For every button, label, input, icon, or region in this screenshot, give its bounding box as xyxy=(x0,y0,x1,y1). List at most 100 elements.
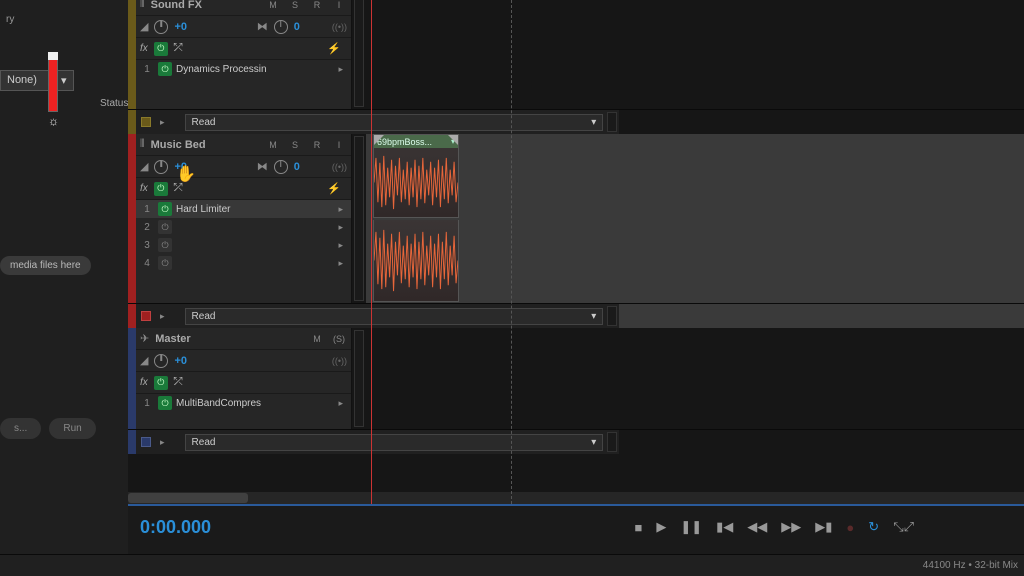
track-handle-icon[interactable]: ⫴ xyxy=(140,138,145,151)
solo-button[interactable]: (S) xyxy=(331,332,347,346)
mute-button[interactable]: M xyxy=(265,138,281,152)
pan-icon: ⧓ xyxy=(257,160,268,173)
effect-name[interactable]: MultiBandCompres xyxy=(176,398,330,409)
automation-mode-select[interactable]: Read▾ xyxy=(185,308,604,325)
status-label: Status: xyxy=(100,98,131,109)
slot-number: 2 xyxy=(140,222,154,233)
track-master: ✈ Master M (S) ◢ +0 ((•)) fx ⏻ ⤱ 1 ⏻ Mul… xyxy=(128,328,1024,430)
solo-button[interactable]: S xyxy=(287,0,303,12)
effect-name[interactable]: Dynamics Processin xyxy=(176,64,330,75)
fx-power-button[interactable]: ⏻ xyxy=(154,42,168,56)
horizontal-scrollbar[interactable] xyxy=(128,492,1024,504)
pause-button[interactable]: ❚❚ xyxy=(680,519,702,535)
volume-value[interactable]: +0 xyxy=(174,21,187,33)
go-to-start-button[interactable]: ▮◀ xyxy=(716,519,733,535)
volume-icon: ◢ xyxy=(140,160,148,173)
media-drop-hint: media files here xyxy=(0,256,91,275)
solo-button[interactable]: S xyxy=(287,138,303,152)
effect-edit-icon[interactable]: ▸ xyxy=(334,258,347,269)
level-meter xyxy=(48,52,58,112)
fx-slot[interactable]: 1 ⏻ Hard Limiter ▸ xyxy=(136,200,351,218)
pan-knob[interactable] xyxy=(274,160,288,174)
pan-value[interactable]: 0 xyxy=(294,21,300,33)
effect-edit-icon[interactable]: ▸ xyxy=(334,204,347,215)
run-button[interactable]: Run xyxy=(49,418,95,439)
record-button[interactable]: R xyxy=(309,0,325,12)
stop-button[interactable]: ■ xyxy=(634,520,642,535)
fx-presets-icon[interactable]: ⚡ xyxy=(327,42,347,55)
expand-icon[interactable]: ▸ xyxy=(156,437,169,448)
track-lane-master[interactable] xyxy=(366,328,1024,429)
cursor-marker xyxy=(511,0,512,504)
fast-forward-button[interactable]: ▶▶ xyxy=(781,519,801,535)
scrollbar-thumb[interactable] xyxy=(128,493,248,503)
volume-value[interactable]: +0 xyxy=(174,161,187,173)
slot-power-button[interactable]: ⏻ xyxy=(158,396,172,410)
track-name[interactable]: Master xyxy=(155,333,303,345)
pan-value[interactable]: 0 xyxy=(294,161,300,173)
automation-mode-select[interactable]: Read▾ xyxy=(185,114,604,131)
mute-button[interactable]: M xyxy=(309,332,325,346)
transport-bar: 0:00.000 ■ ▶ ❚❚ ▮◀ ◀◀ ▶▶ ▶▮ ● ↻ ⤡⤢ xyxy=(128,504,1024,548)
meter-clip-indicator xyxy=(48,52,58,60)
input-button[interactable]: I xyxy=(331,0,347,12)
track-color-bar xyxy=(128,430,136,454)
track-toggle[interactable] xyxy=(141,117,151,127)
playhead[interactable] xyxy=(371,0,372,504)
track-toggle[interactable] xyxy=(141,311,151,321)
go-to-end-button[interactable]: ▶▮ xyxy=(815,519,832,535)
clip-name: 69bpmBoss... xyxy=(377,137,432,147)
loop-button[interactable]: ↻ xyxy=(868,519,879,535)
track-lane-soundfx[interactable] xyxy=(366,0,1024,109)
effect-edit-icon[interactable]: ▸ xyxy=(334,398,347,409)
play-button[interactable]: ▶ xyxy=(656,519,666,535)
track-meter xyxy=(354,0,364,107)
track-header-master: ✈ Master M (S) ◢ +0 ((•)) fx ⏻ ⤱ 1 ⏻ Mul… xyxy=(136,328,352,429)
expand-icon[interactable]: ▸ xyxy=(156,311,169,322)
fx-slot[interactable]: 4 ⏻ ▸ xyxy=(136,254,351,272)
track-header-musicbed: ⫴ Music Bed M S R I ◢ +0 ⧓ 0 ((•)) fx ⏻ xyxy=(136,134,352,303)
effect-edit-icon[interactable]: ▸ xyxy=(334,222,347,233)
slot-power-button[interactable]: ⏻ xyxy=(158,62,172,76)
record-button[interactable]: ● xyxy=(846,520,854,535)
rewind-button[interactable]: ◀◀ xyxy=(747,519,767,535)
record-button[interactable]: R xyxy=(309,138,325,152)
ry-label: ry xyxy=(6,14,14,25)
volume-knob[interactable] xyxy=(154,160,168,174)
audio-clip[interactable]: 69bpmBoss... ▾ xyxy=(373,134,459,218)
fx-slot[interactable]: 2 ⏻ ▸ xyxy=(136,218,351,236)
track-color-bar xyxy=(128,328,136,429)
track-lane-musicbed[interactable]: 69bpmBoss... ▾ xyxy=(366,134,1024,303)
slot-power-button[interactable]: ⏻ xyxy=(158,220,172,234)
volume-knob[interactable] xyxy=(154,20,168,34)
fx-power-button[interactable]: ⏻ xyxy=(154,182,168,196)
timecode-display[interactable]: 0:00.000 xyxy=(140,517,211,538)
audio-clip-channel2[interactable] xyxy=(373,220,459,302)
clip-header[interactable]: 69bpmBoss... ▾ xyxy=(374,135,458,148)
settings-button[interactable]: s... xyxy=(0,418,41,439)
effect-edit-icon[interactable]: ▸ xyxy=(334,240,347,251)
automation-row-master: ▸ Read▾ xyxy=(128,430,1024,454)
track-name[interactable]: Music Bed xyxy=(151,139,259,151)
expand-icon[interactable]: ▸ xyxy=(156,117,169,128)
slot-power-button[interactable]: ⏻ xyxy=(158,256,172,270)
fx-presets-icon[interactable]: ⚡ xyxy=(327,182,347,195)
fx-slot[interactable]: 3 ⏻ ▸ xyxy=(136,236,351,254)
track-handle-icon[interactable]: ⫴ xyxy=(140,0,145,11)
pan-knob[interactable] xyxy=(274,20,288,34)
slot-number: 1 xyxy=(140,398,154,409)
input-button[interactable]: I xyxy=(331,138,347,152)
track-name[interactable]: Sound FX xyxy=(151,0,259,11)
effect-edit-icon[interactable]: ▸ xyxy=(334,64,347,75)
slot-power-button[interactable]: ⏻ xyxy=(158,202,172,216)
mute-button[interactable]: M xyxy=(265,0,281,12)
volume-knob[interactable] xyxy=(154,354,168,368)
volume-value[interactable]: +0 xyxy=(174,355,187,367)
track-toggle[interactable] xyxy=(141,437,151,447)
automation-mode-select[interactable]: Read▾ xyxy=(185,434,604,451)
fx-power-button[interactable]: ⏻ xyxy=(154,376,168,390)
skip-selection-button[interactable]: ⤡⤢ xyxy=(893,519,914,535)
slot-power-button[interactable]: ⏻ xyxy=(158,238,172,252)
track-color-bar xyxy=(128,134,136,303)
history-dropdown[interactable]: None) ▾ xyxy=(0,70,74,91)
